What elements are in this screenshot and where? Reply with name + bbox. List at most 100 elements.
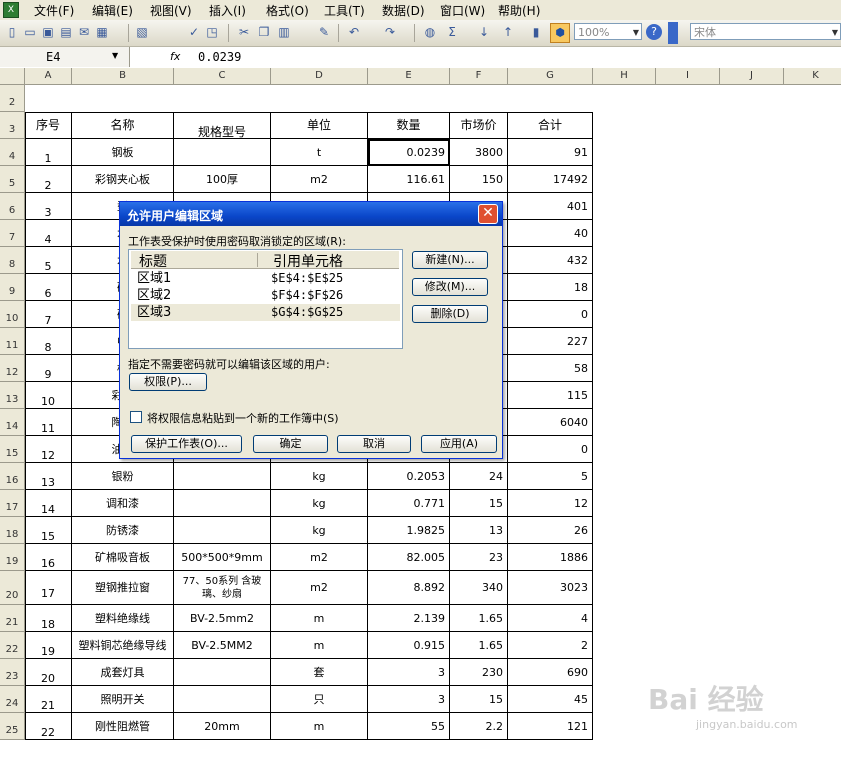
table-cell[interactable]: 45 (508, 686, 593, 713)
delete-range-button[interactable]: 删除(D) (412, 305, 488, 323)
table-cell[interactable]: 14 (25, 490, 72, 517)
table-cell[interactable]: 13 (25, 463, 72, 490)
table-cell[interactable]: 矿棉吸音板 (72, 544, 174, 571)
row-header[interactable]: 21 (0, 605, 25, 632)
permissions-button[interactable]: 权限(P)... (129, 373, 207, 391)
table-cell[interactable]: 18 (25, 605, 72, 632)
table-cell[interactable]: t (271, 139, 368, 166)
spell-check-icon[interactable]: ✓ (186, 24, 202, 40)
cancel-button[interactable]: 取消 (337, 435, 411, 453)
table-cell[interactable]: 116.61 (368, 166, 450, 193)
table-cell[interactable]: 15 (450, 490, 508, 517)
table-cell[interactable]: 16 (25, 544, 72, 571)
table-cell[interactable]: 7 (25, 301, 72, 328)
table-cell[interactable]: 塑料铜芯绝缘导线 (72, 632, 174, 659)
range-list-item[interactable]: 区域1 $E$4:$E$25 (131, 270, 400, 287)
table-cell[interactable]: 5 (508, 463, 593, 490)
chart-wizard-icon[interactable]: ▮ (528, 24, 544, 40)
modify-range-button[interactable]: 修改(M)... (412, 278, 488, 296)
autosum-icon[interactable]: Σ (444, 24, 460, 40)
table-cell[interactable] (174, 490, 271, 517)
table-cell[interactable]: 0.2053 (368, 463, 450, 490)
table-cell[interactable]: m2 (271, 166, 368, 193)
table-cell[interactable]: 340 (450, 571, 508, 605)
table-cell[interactable]: 77、50系列 含玻璃、纱扇 (174, 571, 271, 605)
paste-icon[interactable]: ▥ (276, 24, 292, 40)
row-header[interactable]: 25 (0, 713, 25, 740)
table-cell[interactable]: 0.915 (368, 632, 450, 659)
table-cell[interactable]: 230 (450, 659, 508, 686)
table-cell[interactable]: 0 (508, 301, 593, 328)
undo-icon[interactable]: ↶ (346, 24, 362, 40)
ok-button[interactable]: 确定 (253, 435, 328, 453)
table-cell[interactable]: 套 (271, 659, 368, 686)
table-cell[interactable]: 500*500*9mm (174, 544, 271, 571)
column-header[interactable]: C (174, 68, 271, 85)
table-cell[interactable] (174, 517, 271, 544)
open-icon[interactable]: ▭ (22, 24, 38, 40)
row-header[interactable]: 16 (0, 463, 25, 490)
table-cell[interactable]: 19 (25, 632, 72, 659)
menu-item[interactable]: 文件(F) (34, 2, 74, 19)
table-cell[interactable]: 55 (368, 713, 450, 740)
table-cell[interactable] (174, 139, 271, 166)
table-cell[interactable]: m (271, 632, 368, 659)
column-header[interactable]: D (271, 68, 368, 85)
table-cell[interactable]: 8.892 (368, 571, 450, 605)
hyperlink-icon[interactable]: ◍ (422, 24, 438, 40)
format-painter-icon[interactable]: ✎ (316, 24, 332, 40)
table-cell[interactable]: kg (271, 490, 368, 517)
new-range-button[interactable]: 新建(N)... (412, 251, 488, 269)
table-cell[interactable]: 100厚 (174, 166, 271, 193)
table-header-cell[interactable]: 数量 (368, 112, 450, 139)
dialog-title-bar[interactable]: 允许用户编辑区域 ✕ (120, 202, 502, 226)
table-cell[interactable]: 17 (25, 571, 72, 605)
table-cell[interactable]: 2.139 (368, 605, 450, 632)
table-cell[interactable]: 10 (25, 382, 72, 409)
table-cell[interactable]: 17492 (508, 166, 593, 193)
table-cell[interactable]: 1.65 (450, 632, 508, 659)
menu-item[interactable]: 编辑(E) (92, 2, 133, 19)
column-header[interactable]: F (450, 68, 508, 85)
row-header[interactable]: 7 (0, 220, 25, 247)
range-list-item[interactable]: 区域2 $F$4:$F$26 (131, 287, 400, 304)
row-header[interactable]: 12 (0, 355, 25, 382)
print-preview-icon[interactable]: ▧ (134, 24, 150, 40)
new-file-icon[interactable]: ▯ (4, 24, 20, 40)
sort-ascending-icon[interactable]: ↓ (476, 24, 492, 40)
column-header[interactable]: J (720, 68, 784, 85)
table-cell[interactable]: 91 (508, 139, 593, 166)
table-cell[interactable]: 1 (25, 139, 72, 166)
column-header[interactable]: G (508, 68, 593, 85)
cut-icon[interactable]: ✂ (236, 24, 252, 40)
row-header[interactable]: 14 (0, 409, 25, 436)
table-cell[interactable]: m (271, 605, 368, 632)
column-header[interactable]: K (784, 68, 841, 85)
row-header[interactable]: 24 (0, 686, 25, 713)
table-cell[interactable]: 115 (508, 382, 593, 409)
table-cell[interactable]: 1886 (508, 544, 593, 571)
row-header[interactable]: 17 (0, 490, 25, 517)
table-cell[interactable]: m2 (271, 571, 368, 605)
table-cell[interactable]: 彩钢夹心板 (72, 166, 174, 193)
menu-item[interactable]: 插入(I) (209, 2, 246, 19)
column-header[interactable]: H (593, 68, 656, 85)
table-cell[interactable]: 401 (508, 193, 593, 220)
table-cell[interactable]: 银粉 (72, 463, 174, 490)
protect-sheet-button[interactable]: 保护工作表(O)... (131, 435, 242, 453)
table-cell[interactable]: 调和漆 (72, 490, 174, 517)
table-cell[interactable]: 3 (368, 659, 450, 686)
table-cell[interactable]: 成套灯具 (72, 659, 174, 686)
table-cell[interactable]: 1.9825 (368, 517, 450, 544)
table-cell[interactable]: 690 (508, 659, 593, 686)
help-icon[interactable]: ? (646, 24, 662, 40)
table-cell[interactable]: 防锈漆 (72, 517, 174, 544)
zoom-select[interactable]: 100% ▼ (574, 23, 642, 40)
table-cell[interactable]: 12 (25, 436, 72, 463)
table-cell[interactable]: 照明开关 (72, 686, 174, 713)
menu-item[interactable]: 帮助(H) (498, 2, 540, 19)
table-header-cell[interactable]: 合计 (508, 112, 593, 139)
table-cell[interactable] (174, 463, 271, 490)
menu-item[interactable]: 视图(V) (150, 2, 192, 19)
table-cell[interactable] (174, 686, 271, 713)
